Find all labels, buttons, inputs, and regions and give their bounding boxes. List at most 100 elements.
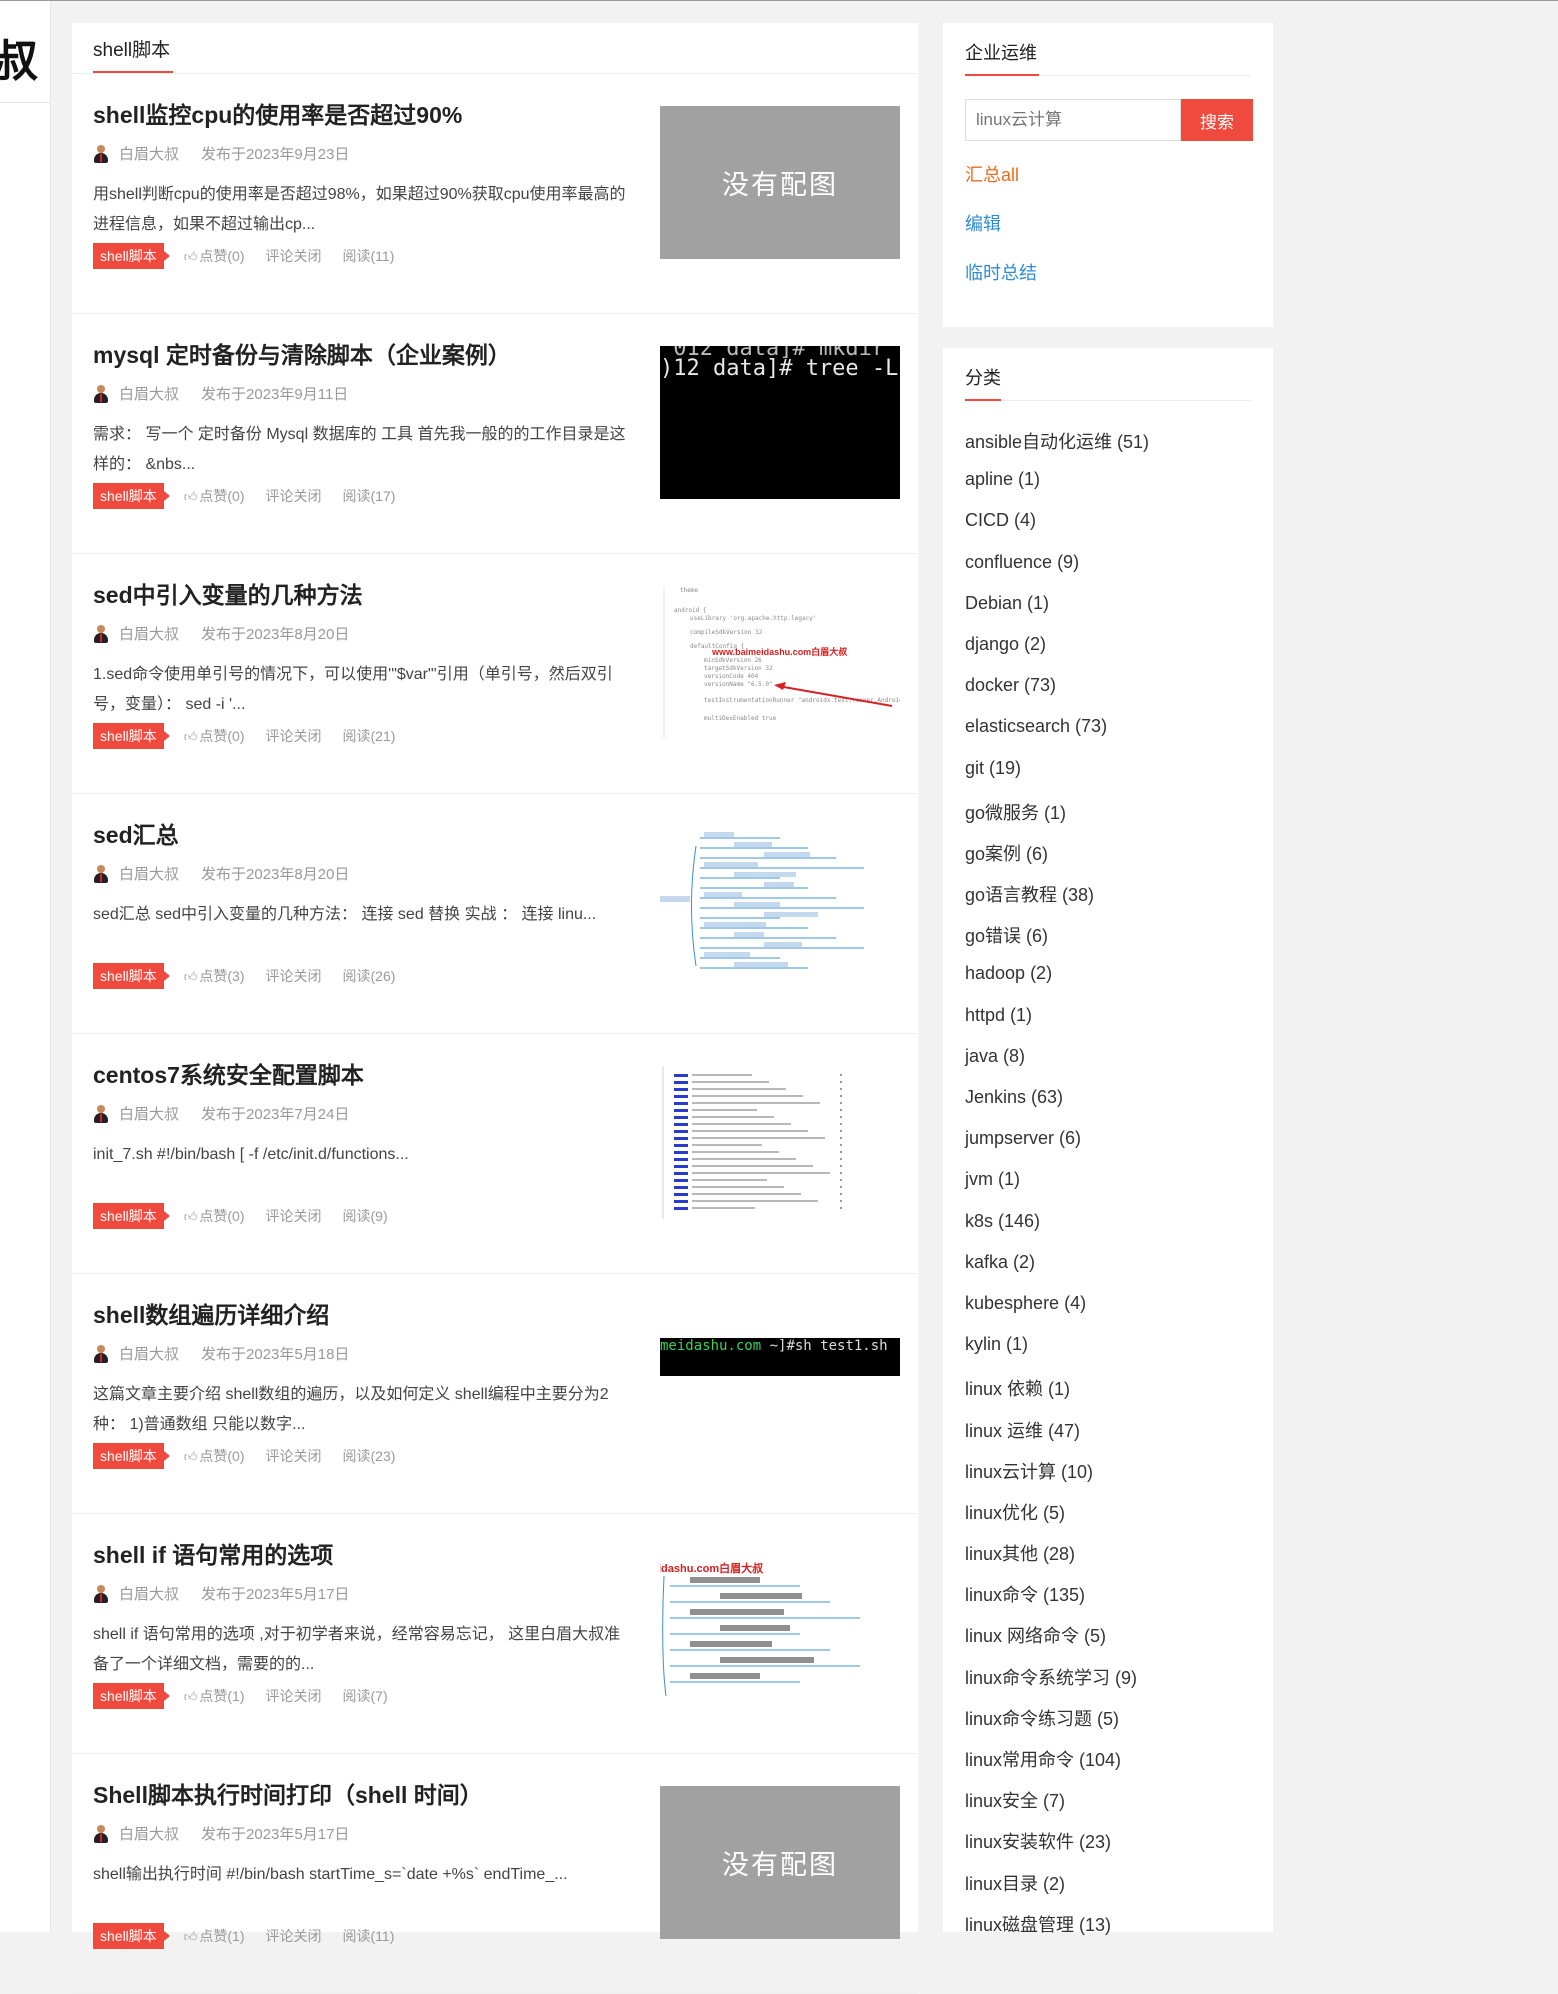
article-title[interactable]: Shell脚本执行时间打印（shell 时间） [93, 1776, 483, 1810]
category-item[interactable]: hadoop (2) [965, 963, 1149, 1004]
article-thumbnail[interactable] [660, 1066, 900, 1219]
like-button[interactable]: 👍︎ 点赞(0) [184, 726, 245, 746]
article-author[interactable]: 白眉大叔 [119, 1583, 179, 1604]
article-thumbnail[interactable]: idashu.com白眉大叔 [660, 1546, 900, 1699]
search-input[interactable] [965, 99, 1181, 141]
category-item[interactable]: linux其他 (28) [965, 1540, 1149, 1581]
article-tag[interactable]: shell脚本 [93, 1203, 170, 1229]
category-item[interactable]: linux云计算 (10) [965, 1458, 1149, 1499]
link-edit[interactable]: 编辑 [965, 210, 1001, 236]
thumbs-up-icon: 👍︎ [183, 729, 198, 744]
article-author[interactable]: 白眉大叔 [119, 383, 179, 404]
article-tag[interactable]: shell脚本 [93, 1683, 170, 1709]
category-item[interactable]: go案例 (6) [965, 840, 1149, 881]
thumbs-up-icon: 👍︎ [183, 1449, 198, 1464]
article-tag[interactable]: shell脚本 [93, 963, 170, 989]
category-item[interactable]: apline (1) [965, 469, 1149, 510]
article-title[interactable]: shell if 语句常用的选项 [93, 1536, 333, 1570]
category-item[interactable]: CICD (4) [965, 510, 1149, 551]
like-button[interactable]: 👍︎ 点赞(1) [184, 1686, 245, 1706]
category-item[interactable]: Debian (1) [965, 593, 1149, 634]
category-item[interactable]: elasticsearch (73) [965, 716, 1149, 757]
article-date: 发布于2023年7月24日 [201, 1106, 350, 1123]
link-summary-all[interactable]: 汇总all [965, 161, 1019, 187]
category-item[interactable]: go错误 (6) [965, 922, 1149, 963]
category-item[interactable]: confluence (9) [965, 552, 1149, 593]
category-item[interactable]: go语言教程 (38) [965, 881, 1149, 922]
category-item[interactable]: linux命令练习题 (5) [965, 1705, 1149, 1746]
article-footer: shell脚本 👍︎ 点赞(1) 评论关闭 阅读(7) [93, 1683, 388, 1709]
article-author[interactable]: 白眉大叔 [119, 1823, 179, 1844]
article-tag[interactable]: shell脚本 [93, 1443, 170, 1469]
terminal-line: )12 data]# tree -L [660, 356, 899, 381]
category-item[interactable]: Jenkins (63) [965, 1087, 1149, 1128]
category-item[interactable]: jvm (1) [965, 1169, 1149, 1210]
category-item[interactable]: linux 网络命令 (5) [965, 1622, 1149, 1663]
category-item[interactable]: linux安全 (7) [965, 1787, 1149, 1828]
article-thumbnail[interactable]: 没有配图 [660, 1786, 900, 1939]
category-item[interactable]: docker (73) [965, 675, 1149, 716]
article-tag[interactable]: shell脚本 [93, 1923, 170, 1949]
site-brand[interactable]: 叔 [0, 25, 38, 89]
article-title[interactable]: mysql 定时备份与清除脚本（企业案例） [93, 336, 511, 370]
category-item[interactable]: kubesphere (4) [965, 1293, 1149, 1334]
article-thumbnail[interactable] [660, 826, 900, 979]
article-tag[interactable]: shell脚本 [93, 243, 170, 269]
article-tag[interactable]: shell脚本 [93, 723, 170, 749]
category-item[interactable]: linux 依赖 (1) [965, 1375, 1149, 1416]
svg-text:versionCode 404: versionCode 404 [704, 673, 759, 680]
article-title[interactable]: sed汇总 [93, 816, 179, 850]
widget-divider [965, 400, 1251, 401]
like-button[interactable]: 👍︎ 点赞(0) [184, 1206, 245, 1226]
like-count: 点赞(0) [199, 1448, 245, 1464]
category-item[interactable]: kylin (1) [965, 1334, 1149, 1375]
category-item[interactable]: git (19) [965, 758, 1149, 799]
article-thumbnail[interactable]: 没有配图 [660, 106, 900, 259]
article-meta: 白眉大叔 发布于2023年8月20日 [93, 623, 349, 644]
article-title[interactable]: centos7系统安全配置脚本 [93, 1056, 364, 1090]
article-thumbnail[interactable]: '012 data]# mkdir -p )12 data]# tree -L [660, 346, 900, 499]
like-button[interactable]: 👍︎ 点赞(0) [184, 246, 245, 266]
like-button[interactable]: 👍︎ 点赞(3) [184, 966, 245, 986]
category-item[interactable]: linux 运维 (47) [965, 1417, 1149, 1458]
no-image-label: 没有配图 [722, 170, 838, 200]
comment-status: 评论关闭 [265, 1448, 322, 1464]
article-author[interactable]: 白眉大叔 [119, 1343, 179, 1364]
category-item[interactable]: linux命令系统学习 (9) [965, 1664, 1149, 1705]
category-item[interactable]: linux目录 (2) [965, 1870, 1149, 1911]
category-item[interactable]: go微服务 (1) [965, 799, 1149, 840]
article-thumbnail[interactable]: meidashu.com ~]#sh test1.sh [660, 1306, 900, 1459]
category-item[interactable]: kafka (2) [965, 1252, 1149, 1293]
category-item[interactable]: linux命令 (135) [965, 1581, 1149, 1622]
article-footer: shell脚本 👍︎ 点赞(3) 评论关闭 阅读(26) [93, 963, 395, 989]
category-item[interactable]: jumpserver (6) [965, 1128, 1149, 1169]
category-item[interactable]: java (8) [965, 1046, 1149, 1087]
article-author[interactable]: 白眉大叔 [119, 1103, 179, 1124]
category-item[interactable]: httpd (1) [965, 1005, 1149, 1046]
category-item[interactable]: django (2) [965, 634, 1149, 675]
like-button[interactable]: 👍︎ 点赞(0) [184, 1446, 245, 1466]
article-author[interactable]: 白眉大叔 [119, 863, 179, 884]
article-thumbnail[interactable]: theme android { useLibrary 'org.apache.ht… [660, 586, 900, 739]
article-title[interactable]: shell监控cpu的使用率是否超过90% [93, 96, 462, 130]
like-count: 点赞(0) [199, 488, 245, 504]
article-author[interactable]: 白眉大叔 [119, 623, 179, 644]
article-title[interactable]: sed中引入变量的几种方法 [93, 576, 363, 610]
article-tag[interactable]: shell脚本 [93, 483, 170, 509]
category-item[interactable]: linux优化 (5) [965, 1499, 1149, 1540]
like-button[interactable]: 👍︎ 点赞(0) [184, 486, 245, 506]
category-tab[interactable]: shell脚本 [93, 35, 170, 62]
link-temp-summary[interactable]: 临时总结 [965, 259, 1037, 285]
like-button[interactable]: 👍︎ 点赞(1) [184, 1926, 245, 1946]
like-count: 点赞(0) [199, 248, 245, 264]
category-item[interactable]: linux磁盘管理 (13) [965, 1911, 1149, 1952]
search-button[interactable]: 搜索 [1181, 99, 1253, 141]
comment-status: 评论关闭 [265, 488, 322, 504]
category-item[interactable]: k8s (146) [965, 1211, 1149, 1252]
category-item[interactable]: linux常用命令 (104) [965, 1746, 1149, 1787]
article-title[interactable]: shell数组遍历详细介绍 [93, 1296, 329, 1330]
category-item[interactable]: linux安装软件 (23) [965, 1828, 1149, 1869]
category-item[interactable]: ansible自动化运维 (51) [965, 428, 1149, 469]
article-author[interactable]: 白眉大叔 [119, 143, 179, 164]
svg-text:compileSdkVersion 32: compileSdkVersion 32 [690, 629, 763, 636]
